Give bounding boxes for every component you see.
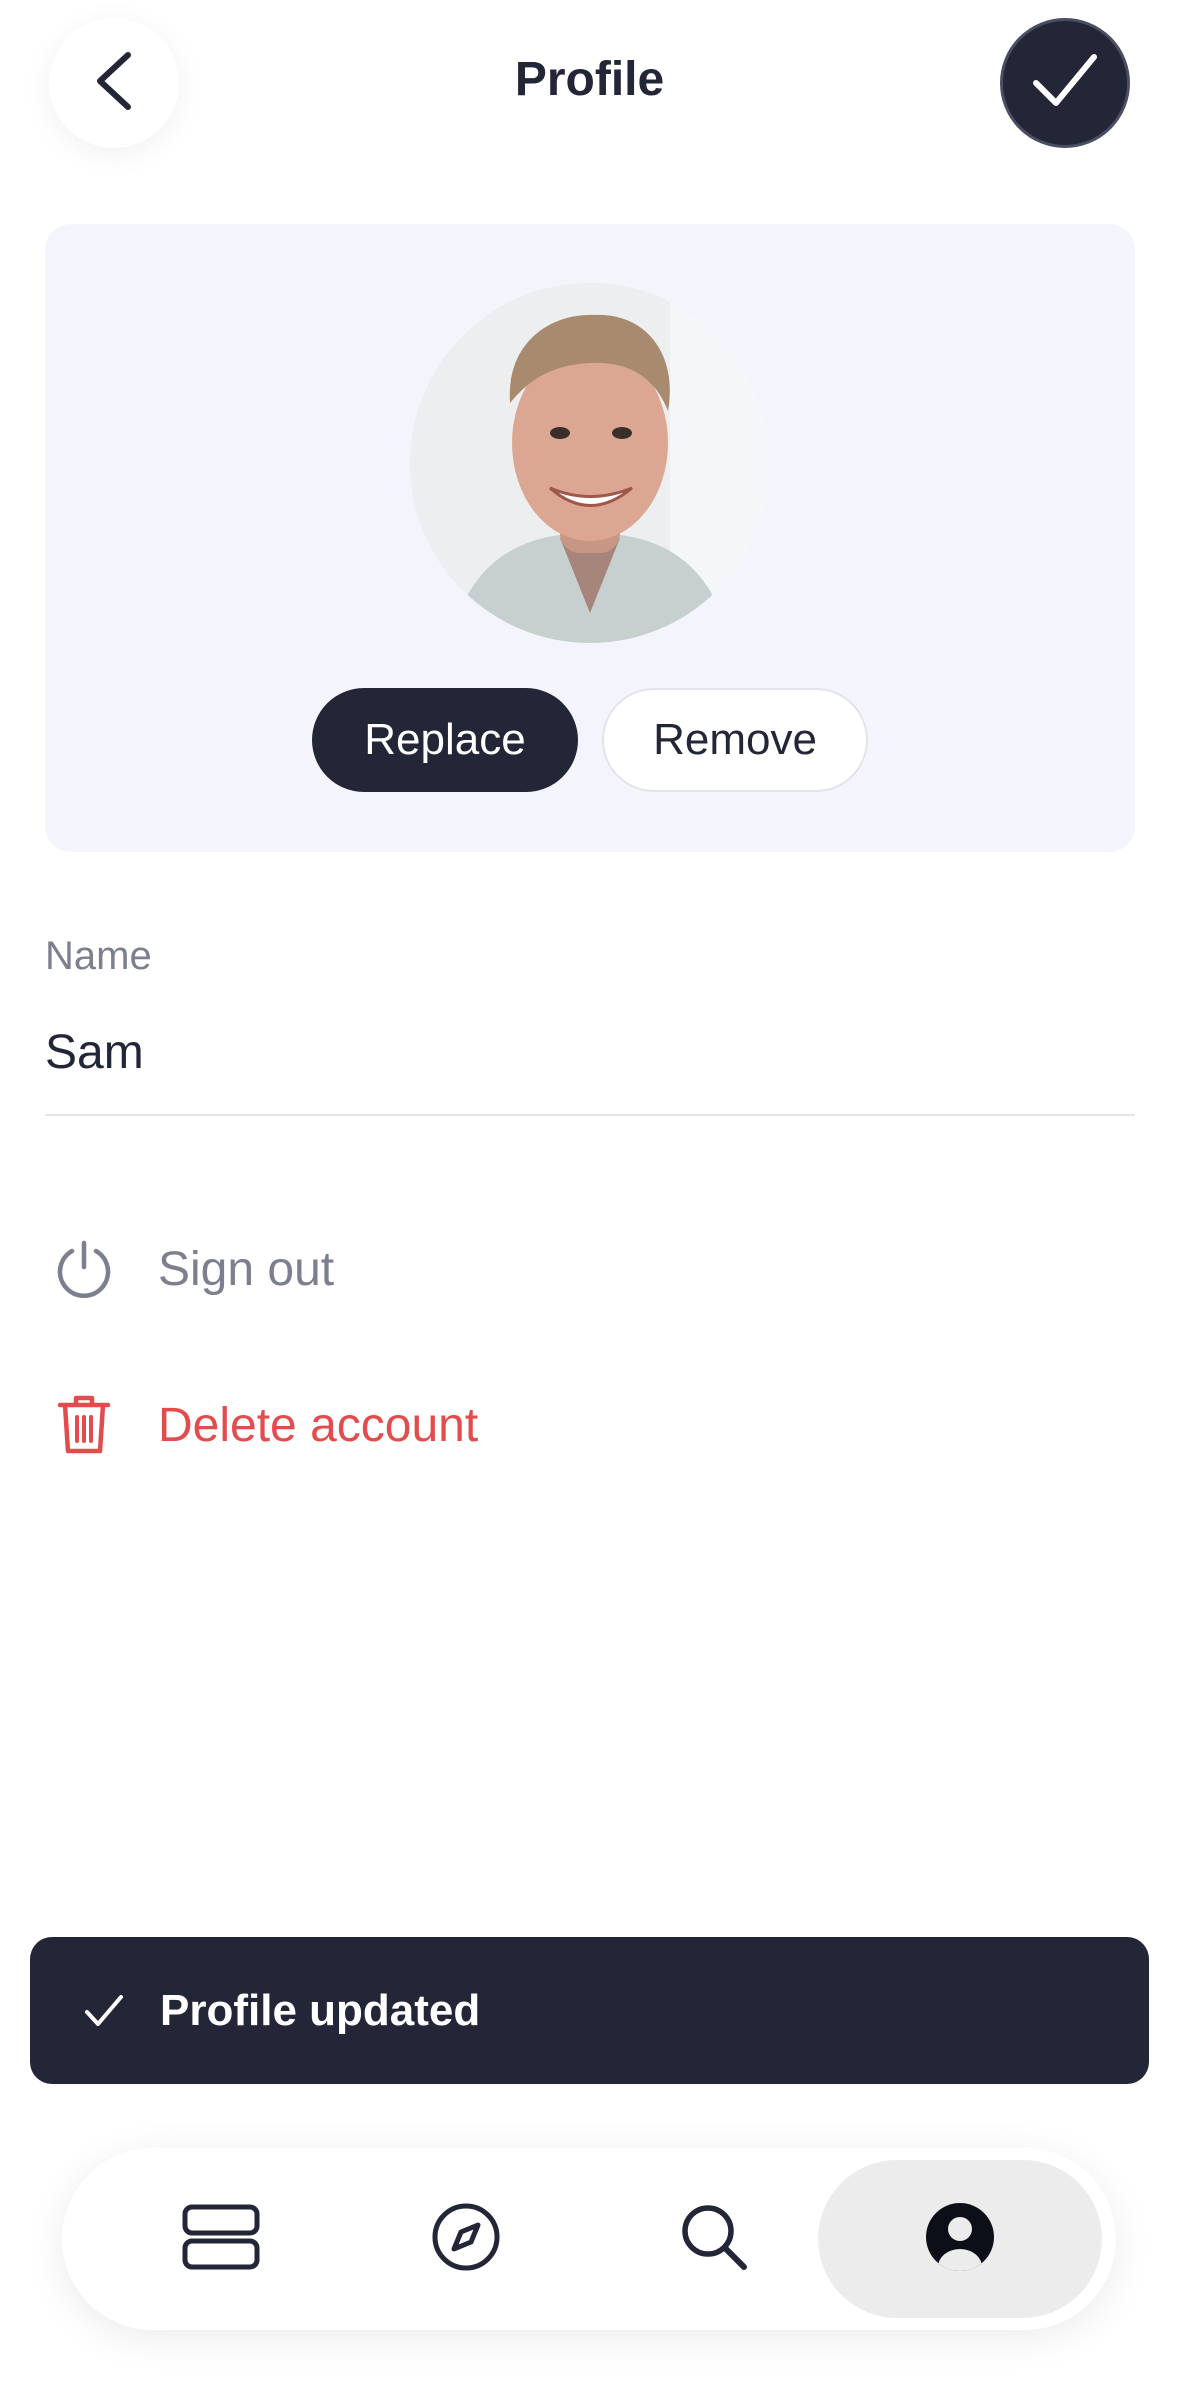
name-input[interactable]: Sam	[45, 1025, 144, 1080]
name-label: Name	[45, 934, 152, 978]
power-icon	[45, 1230, 123, 1308]
trash-icon	[45, 1386, 123, 1464]
tab-bar	[62, 2148, 1116, 2330]
sign-out-label: Sign out	[158, 1242, 335, 1296]
delete-account-label: Delete account	[158, 1398, 479, 1452]
remove-photo-button[interactable]: Remove	[602, 688, 868, 792]
save-button[interactable]	[1000, 18, 1130, 148]
delete-account-button[interactable]: Delete account	[45, 1380, 745, 1470]
avatar	[410, 283, 770, 643]
compass-icon	[430, 2201, 502, 2278]
account-icon	[924, 2201, 996, 2278]
sign-out-button[interactable]: Sign out	[45, 1224, 745, 1314]
tab-library[interactable]	[79, 2160, 363, 2318]
tab-explore[interactable]	[324, 2160, 608, 2318]
avatar-card: Replace Remove	[45, 224, 1135, 852]
tab-search[interactable]	[572, 2160, 856, 2318]
check-icon	[74, 1981, 134, 2041]
tab-account[interactable]	[818, 2160, 1102, 2318]
search-icon	[678, 2201, 750, 2278]
profile-screen: Profile Replace Remove Name Sam Sign out…	[0, 0, 1179, 2396]
photo-actions: Replace Remove	[45, 688, 1135, 792]
toast-message: Profile updated	[160, 1985, 481, 2035]
name-divider	[45, 1114, 1135, 1116]
check-icon	[1032, 53, 1098, 114]
toast-notification: Profile updated	[30, 1937, 1149, 2084]
replace-photo-button[interactable]: Replace	[312, 688, 578, 792]
library-icon	[181, 2203, 261, 2276]
